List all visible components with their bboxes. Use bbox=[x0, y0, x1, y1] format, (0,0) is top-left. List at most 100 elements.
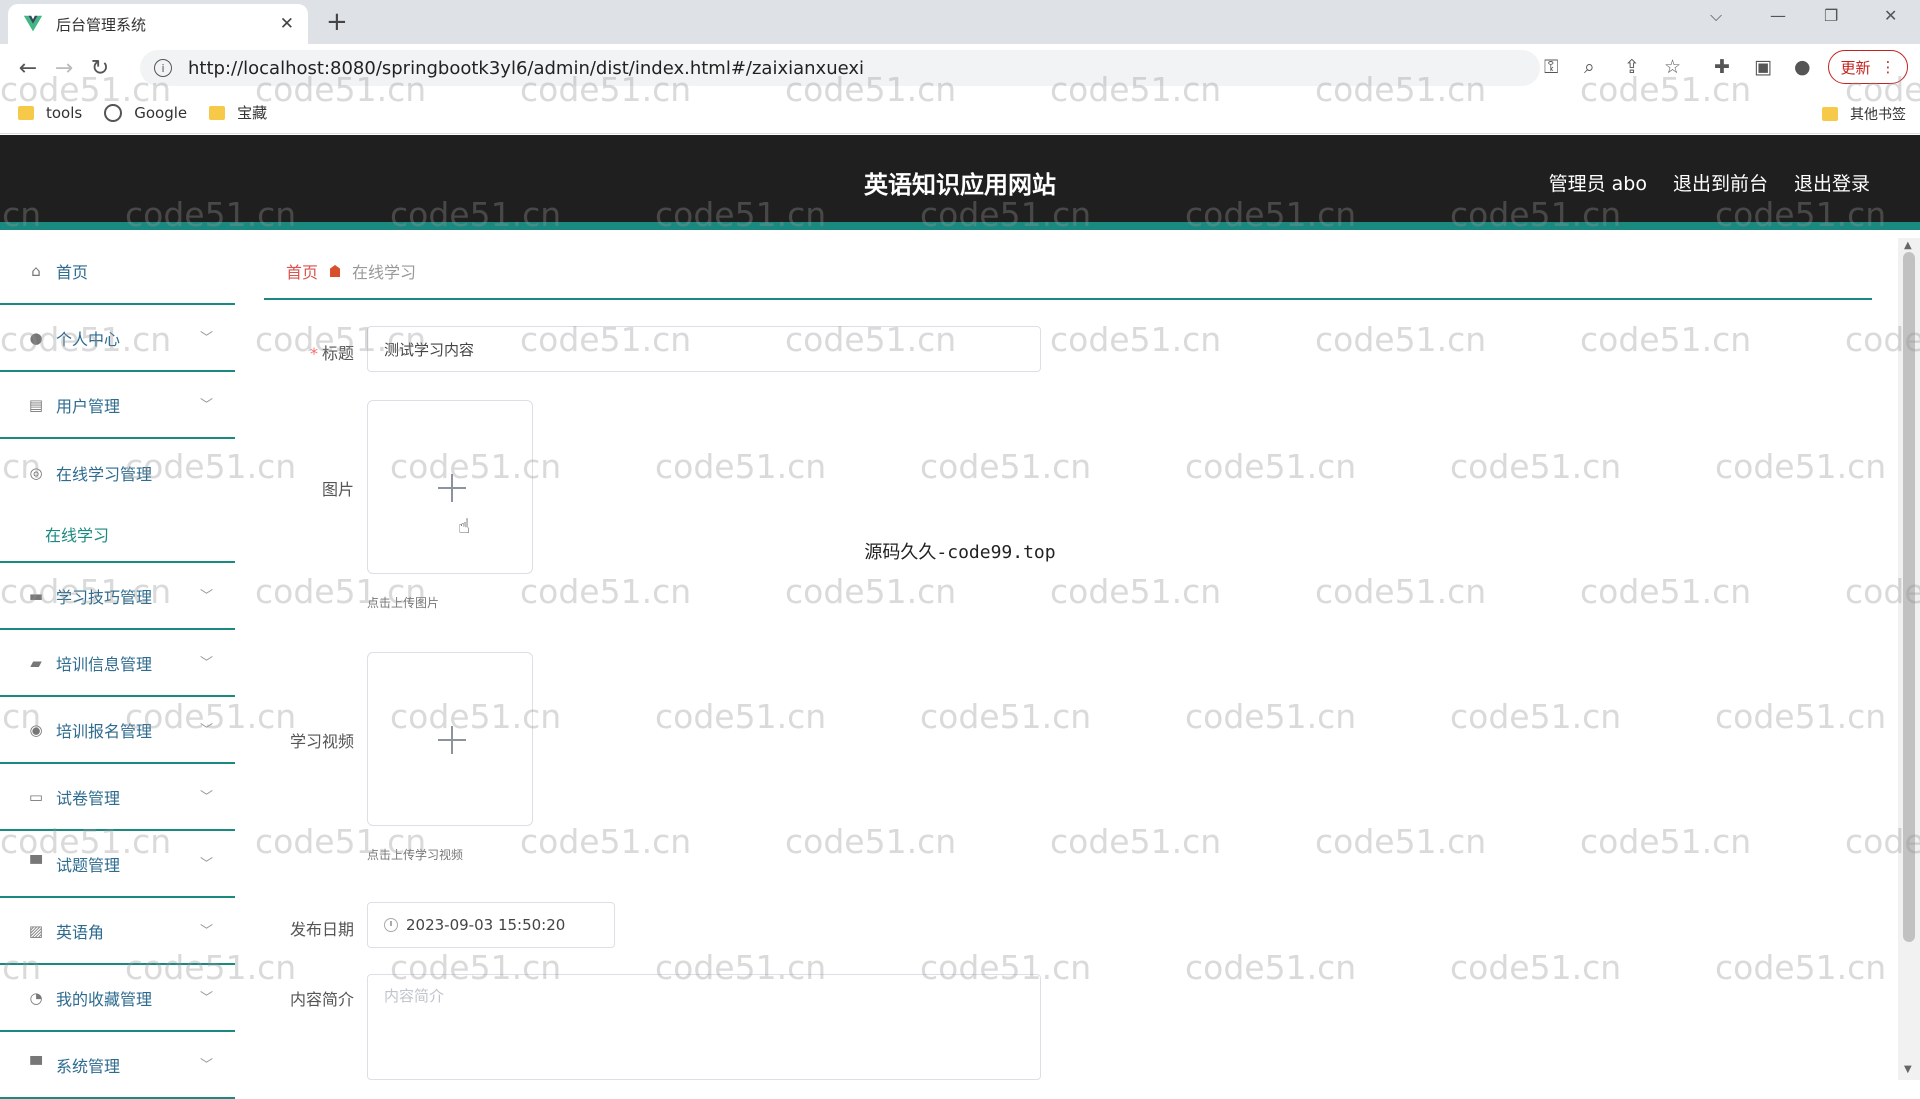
back-icon[interactable]: ← bbox=[10, 56, 46, 81]
folder-icon bbox=[18, 105, 34, 120]
sidebar-item-label: 首页 bbox=[56, 262, 89, 282]
scroll-up-icon[interactable]: ▲ bbox=[1904, 240, 1912, 251]
title-label-text: 标题 bbox=[321, 344, 354, 363]
bookmark-google[interactable]: Google bbox=[104, 103, 188, 122]
other-bookmarks[interactable]: 其他书签 bbox=[1822, 104, 1906, 124]
monitor-icon: ▀ bbox=[30, 854, 42, 873]
other-bookmarks-label: 其他书签 bbox=[1850, 107, 1906, 123]
breadcrumb-separator-icon bbox=[330, 265, 341, 277]
video-upload-hint: 点击上传学习视频 bbox=[367, 848, 464, 862]
sidebar-item-training-signup[interactable]: ◉ 培训报名管理 ﹀ bbox=[0, 697, 235, 764]
folder-icon bbox=[209, 105, 226, 120]
sidebar-item-home[interactable]: ⌂ 首页 bbox=[0, 238, 235, 305]
window-close-icon[interactable]: ✕ bbox=[1884, 6, 1897, 25]
sidebar-item-label: 系统管理 bbox=[56, 1056, 121, 1076]
bookmark-label: Google bbox=[134, 103, 188, 122]
title-label: * 标题 bbox=[264, 340, 354, 364]
scroll-thumb[interactable] bbox=[1903, 252, 1915, 942]
chevron-down-icon: ﹀ bbox=[199, 1058, 213, 1073]
sidebar-item-training-info[interactable]: ▰ 培训信息管理 ﹀ bbox=[0, 630, 235, 697]
scroll-down-icon[interactable]: ▼ bbox=[1904, 1064, 1912, 1075]
briefcase-icon: ▰ bbox=[30, 653, 42, 672]
sidebar-item-label: 学习技巧管理 bbox=[56, 587, 153, 607]
sidebar-item-questions[interactable]: ▀ 试题管理 ﹀ bbox=[0, 831, 235, 898]
sidepanel-icon[interactable]: ▣ bbox=[1754, 56, 1772, 78]
bookmark-treasure[interactable]: 宝藏 bbox=[209, 102, 267, 123]
zoom-icon[interactable]: ⌕ bbox=[1584, 56, 1595, 78]
bookmarks-bar: tools Google 宝藏 其他书签 bbox=[0, 92, 1920, 134]
sidebar-item-papers[interactable]: ▭ 试卷管理 ﹀ bbox=[0, 764, 235, 831]
publish-date-picker[interactable]: 2023-09-03 15:50:20 bbox=[367, 902, 615, 948]
sidebar-item-label: 用户管理 bbox=[56, 396, 121, 416]
bookmark-tools[interactable]: tools bbox=[18, 104, 82, 122]
tab-title: 后台管理系统 bbox=[56, 15, 147, 34]
reload-icon[interactable]: ↻ bbox=[82, 56, 118, 81]
key-icon[interactable]: ⚿ bbox=[1544, 56, 1558, 78]
sidebar-item-english-corner[interactable]: ▨ 英语角 ﹀ bbox=[0, 898, 235, 965]
breadcrumb: 首页 在线学习 bbox=[264, 244, 1872, 300]
sidebar-item-favorites[interactable]: ◔ 我的收藏管理 ﹀ bbox=[0, 965, 235, 1032]
monitor-icon: ▀ bbox=[30, 1055, 42, 1074]
plus-icon-stroke bbox=[451, 474, 453, 502]
bookmark-label: tools bbox=[46, 103, 83, 122]
profile-icon[interactable]: ● bbox=[1794, 56, 1811, 78]
forward-icon[interactable]: → bbox=[46, 56, 82, 81]
sidebar-item-online-learning-mgmt[interactable]: ◎ 在线学习管理 bbox=[0, 439, 235, 506]
extensions-icon[interactable]: ✚ bbox=[1714, 56, 1730, 78]
folder-icon bbox=[1822, 107, 1838, 121]
sidebar-item-study-tips[interactable]: ▬ 学习技巧管理 ﹀ bbox=[0, 563, 235, 630]
browser-tabstrip: 后台管理系统 ✕ + ⌵ — ❐ ✕ bbox=[0, 0, 1920, 44]
date-value: 2023-09-03 15:50:20 bbox=[406, 916, 566, 934]
more-menu-icon: ⋮ bbox=[1880, 58, 1896, 76]
breadcrumb-home[interactable]: 首页 bbox=[286, 259, 318, 283]
video-upload[interactable] bbox=[367, 652, 533, 826]
pin-icon: ◉ bbox=[29, 720, 43, 739]
intro-textarea[interactable]: 内容简介 bbox=[367, 974, 1041, 1080]
intro-placeholder: 内容简介 bbox=[384, 987, 445, 1005]
admin-name: 管理员 abo bbox=[1548, 173, 1647, 195]
logout-link[interactable]: 退出登录 bbox=[1794, 169, 1870, 196]
message-icon: ▭ bbox=[28, 787, 44, 806]
chevron-down-icon: ﹀ bbox=[199, 857, 213, 872]
chat-icon: ▬ bbox=[28, 586, 44, 605]
title-input[interactable]: 测试学习内容 bbox=[367, 326, 1041, 372]
user-icon: ● bbox=[29, 328, 43, 347]
hand-cursor-icon: ☝ bbox=[458, 514, 471, 538]
clipboard-icon: ▤ bbox=[28, 395, 44, 414]
sidebar-item-system[interactable]: ▀ 系统管理 ﹀ bbox=[0, 1032, 235, 1099]
chevron-down-icon: ﹀ bbox=[199, 790, 213, 805]
bookmark-label: 宝藏 bbox=[237, 104, 268, 122]
sidebar-item-label: 培训报名管理 bbox=[56, 721, 153, 741]
share-icon[interactable]: ⇪ bbox=[1624, 56, 1640, 78]
sidebar-item-personal[interactable]: ● 个人中心 ﹀ bbox=[0, 305, 235, 372]
sidebar-item-label: 培训信息管理 bbox=[56, 654, 153, 674]
video-label: 学习视频 bbox=[289, 732, 354, 751]
update-button[interactable]: 更新 ⋮ bbox=[1828, 50, 1908, 84]
home-icon: ⌂ bbox=[31, 261, 41, 280]
update-label: 更新 bbox=[1840, 58, 1871, 77]
sidebar: ⌂ 首页 ● 个人中心 ﹀ ▤ 用户管理 ﹀ ◎ 在线学习管理 在线学习 ▬ 学… bbox=[0, 238, 235, 1099]
tab-close-icon[interactable]: ✕ bbox=[280, 14, 294, 34]
address-bar[interactable]: i http://localhost:8080/springbootk3yl6/… bbox=[140, 50, 1540, 86]
sidebar-item-label: 试题管理 bbox=[56, 855, 121, 875]
page-scrollbar[interactable]: ▲ ▼ bbox=[1898, 238, 1920, 1080]
breadcrumb-current: 在线学习 bbox=[352, 263, 417, 282]
chevron-down-icon: ﹀ bbox=[199, 723, 213, 738]
tab-search-icon[interactable]: ⌵ bbox=[1710, 6, 1722, 26]
chevron-down-icon: ﹀ bbox=[199, 589, 213, 604]
image-label: 图片 bbox=[321, 480, 354, 499]
site-info-icon[interactable]: i bbox=[154, 59, 172, 77]
title-value: 测试学习内容 bbox=[384, 340, 475, 359]
minimize-icon[interactable]: — bbox=[1770, 6, 1786, 25]
restore-icon[interactable]: ❐ bbox=[1824, 6, 1838, 25]
browser-tab[interactable]: 后台管理系统 ✕ bbox=[8, 4, 308, 44]
url-text: http://localhost:8080/springbootk3yl6/ad… bbox=[188, 57, 865, 79]
overlay-watermark-text: 源码久久-code99.top bbox=[864, 542, 1056, 563]
app-header: 英语知识应用网站 管理员 abo 退出到前台 退出登录 bbox=[0, 135, 1920, 230]
exit-to-front-link[interactable]: 退出到前台 bbox=[1673, 169, 1768, 196]
new-tab-icon[interactable]: + bbox=[326, 8, 348, 36]
sidebar-item-users[interactable]: ▤ 用户管理 ﹀ bbox=[0, 372, 235, 439]
date-label: 发布日期 bbox=[289, 920, 354, 939]
bookmark-star-icon[interactable]: ☆ bbox=[1664, 56, 1681, 78]
clock-icon bbox=[384, 918, 398, 932]
